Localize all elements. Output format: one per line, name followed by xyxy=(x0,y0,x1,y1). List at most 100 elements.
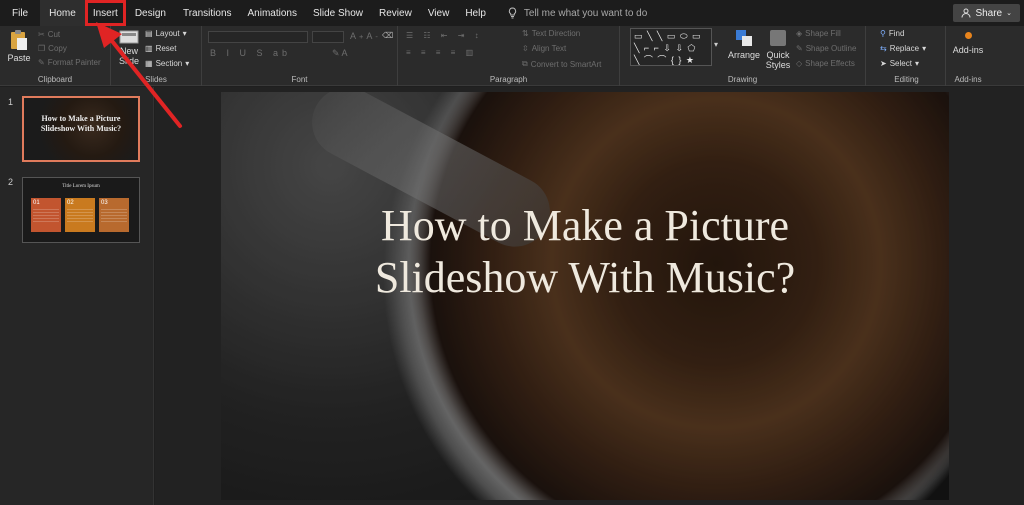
card-number: 03 xyxy=(101,200,108,206)
lightbulb-icon xyxy=(508,7,517,19)
quick-styles-icon xyxy=(770,30,786,46)
layout-label: Layout xyxy=(155,29,180,38)
copy-label: Copy xyxy=(48,44,67,53)
chevron-down-icon: ▾ xyxy=(914,59,919,68)
search-icon: ⚲ xyxy=(880,29,886,38)
find-button[interactable]: ⚲ Find xyxy=(880,29,904,38)
align-text-button[interactable]: ⇳ Align Text xyxy=(522,44,566,53)
section-icon: ▦ xyxy=(145,59,153,68)
section-label: Section xyxy=(155,59,183,68)
slide-thumbnail-pane: 1 How to Make a Picture Slideshow With M… xyxy=(0,87,154,505)
tab-view[interactable]: View xyxy=(420,0,458,26)
paste-icon xyxy=(11,30,27,50)
addins-group-label: Add-ins xyxy=(954,75,982,84)
copy-icon: ❐ xyxy=(38,44,46,53)
text-direction-button[interactable]: ⇅ Text Direction xyxy=(522,29,580,38)
tab-insert[interactable]: Insert xyxy=(84,0,126,26)
slide-editor: How to Make a Picture Slideshow With Mus… xyxy=(155,87,1024,505)
font-size-buttons[interactable]: A + A- xyxy=(350,31,378,41)
thumbnail-card: 03 xyxy=(99,198,129,232)
shapes-gallery-icons: ▭ ╲ ╲ ▭ ⬭ ▭ ╲ ⌐ ⌐ ⇩ ⇩ ⬠ ╲ ⌒ ⌒ { } ★ xyxy=(634,31,702,65)
chevron-down-icon: ⌄ xyxy=(1006,10,1012,17)
tab-animations[interactable]: Animations xyxy=(240,0,305,26)
arrange-button[interactable]: Arrange xyxy=(726,28,762,60)
pen-icon: ✎ xyxy=(796,44,803,53)
slide-canvas[interactable]: How to Make a Picture Slideshow With Mus… xyxy=(221,92,949,500)
tab-design[interactable]: Design xyxy=(126,0,175,26)
clear-formatting-icon[interactable]: ⌫ xyxy=(382,31,393,40)
format-painter-button[interactable]: ✎ Format Painter xyxy=(38,58,101,67)
chevron-down-icon: ▾ xyxy=(922,44,927,53)
editing-group-label: Editing xyxy=(894,75,919,84)
quick-styles-button[interactable]: Quick Styles xyxy=(764,28,792,70)
copy-button[interactable]: ❐ Copy xyxy=(38,44,67,53)
paste-label: Paste xyxy=(7,53,31,63)
tab-slide-show[interactable]: Slide Show xyxy=(305,0,371,26)
shapes-gallery[interactable]: ▭ ╲ ╲ ▭ ⬭ ▭ ╲ ⌐ ⌐ ⇩ ⇩ ⬠ ╲ ⌒ ⌒ { } ★ xyxy=(630,28,712,66)
format-painter-label: Format Painter xyxy=(47,58,101,67)
font-name-box[interactable] xyxy=(208,31,308,43)
replace-icon: ⇆ xyxy=(880,44,887,53)
find-label: Find xyxy=(888,29,905,38)
group-editing: ⚲ Find ⇆ Replace ▾ ➤ Select ▾ Editing xyxy=(868,26,946,86)
slide-title[interactable]: How to Make a Picture Slideshow With Mus… xyxy=(221,200,949,304)
thumbnail-card: 02 xyxy=(65,198,95,232)
group-font: A + A- ⌫ B I U S ab ✎ A Font xyxy=(202,26,398,86)
scissors-icon: ✂ xyxy=(38,30,45,39)
cursor-icon: ➤ xyxy=(880,59,887,68)
paragraph-group-label: Paragraph xyxy=(489,75,528,84)
tab-file[interactable]: File xyxy=(0,0,40,26)
convert-smartart-button[interactable]: ⧉ Convert to SmartArt xyxy=(522,59,601,69)
tab-review[interactable]: Review xyxy=(371,0,420,26)
smartart-icon: ⧉ xyxy=(522,59,528,68)
shape-fill-button[interactable]: ◈ Shape Fill xyxy=(796,29,841,38)
paste-button[interactable]: Paste xyxy=(6,29,32,63)
layout-icon: ▤ xyxy=(145,29,153,38)
add-ins-button[interactable]: Add-ins xyxy=(948,32,988,55)
cut-label: Cut xyxy=(47,30,61,39)
section-button[interactable]: ▦ Section ▾ xyxy=(145,59,189,68)
card-number: 02 xyxy=(67,200,74,206)
convert-smartart-label: Convert to SmartArt xyxy=(530,59,602,69)
select-button[interactable]: ➤ Select ▾ xyxy=(880,59,919,68)
tab-help[interactable]: Help xyxy=(457,0,494,26)
new-slide-button[interactable]: New Slide xyxy=(115,30,143,66)
font-size-box[interactable] xyxy=(312,31,344,43)
align-buttons[interactable]: ≡ ≡ ≡ ≡ ▥ xyxy=(406,48,477,57)
shape-outline-button[interactable]: ✎ Shape Outline xyxy=(796,44,856,53)
slide-label: Slide xyxy=(118,56,139,66)
reset-button[interactable]: ▥ Reset xyxy=(145,44,176,53)
add-ins-icon xyxy=(964,32,972,39)
group-addins: Add-ins Add-ins xyxy=(946,26,990,86)
list-buttons[interactable]: ☰ ☷ ⇤ ⇥ ↕ xyxy=(406,31,483,40)
new-label: New xyxy=(119,46,138,56)
slide-title-line-1: How to Make a Picture xyxy=(380,201,790,250)
chevron-down-icon: ▾ xyxy=(185,59,190,68)
select-label: Select xyxy=(889,59,912,68)
font-color-buttons[interactable]: ✎ A xyxy=(332,48,348,59)
text-direction-label: Text Direction xyxy=(531,29,581,38)
share-button[interactable]: Share ⌄ xyxy=(953,4,1020,22)
paintbrush-icon: ✎ xyxy=(38,58,45,67)
card-number: 01 xyxy=(33,200,40,206)
shape-effects-label: Shape Effects xyxy=(805,59,855,68)
paint-bucket-icon: ◈ xyxy=(796,29,803,38)
cut-button[interactable]: ✂ Cut xyxy=(38,30,60,39)
slide-thumbnail-2[interactable]: Title Lorem Ipsum 01 02 03 xyxy=(22,177,140,243)
text-direction-icon: ⇅ xyxy=(522,29,529,38)
layout-button[interactable]: ▤ Layout ▾ xyxy=(145,29,187,38)
slide-thumbnail-1[interactable]: How to Make a Picture Slideshow With Mus… xyxy=(22,96,140,162)
tab-transitions[interactable]: Transitions xyxy=(175,0,240,26)
shape-effects-button[interactable]: ◇ Shape Effects xyxy=(796,59,855,68)
thumbnail-card: 01 xyxy=(31,198,61,232)
ribbon-tab-bar: File Home Insert Design Transitions Anim… xyxy=(0,0,1024,26)
reset-icon: ▥ xyxy=(145,44,153,53)
tell-me-placeholder: Tell me what you want to do xyxy=(523,7,648,19)
tell-me-search[interactable]: Tell me what you want to do xyxy=(508,7,647,19)
font-group-label: Font xyxy=(291,75,308,84)
shapes-scroll-icon[interactable]: ▾ xyxy=(714,40,718,49)
thumbnail-number: 2 xyxy=(8,177,14,187)
replace-button[interactable]: ⇆ Replace ▾ xyxy=(880,44,926,53)
tab-home[interactable]: Home xyxy=(40,0,85,26)
font-style-buttons[interactable]: B I U S ab xyxy=(210,48,291,58)
